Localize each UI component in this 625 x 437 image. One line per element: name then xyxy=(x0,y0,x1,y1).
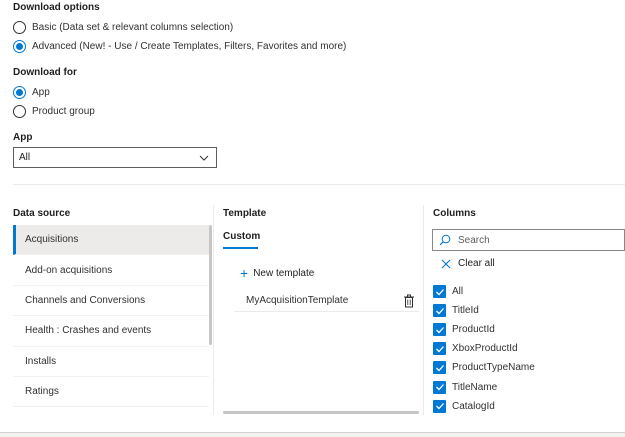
app-label: App xyxy=(13,132,33,143)
download-for-label: Download for xyxy=(13,67,77,78)
chevron-down-icon xyxy=(199,155,209,161)
add-icon: + xyxy=(240,265,249,281)
radio-basic[interactable]: Basic (Data set & relevant columns selec… xyxy=(13,19,233,35)
columns-list: All TitleId ProductId XboxProductId Prod… xyxy=(433,282,535,416)
radio-product-group-label: Product group xyxy=(32,105,95,117)
column-divider xyxy=(213,205,214,415)
checkbox-checked[interactable] xyxy=(433,380,446,394)
radio-advanced-label: Advanced (New! - Use / Create Templates,… xyxy=(32,40,347,52)
checkmark-icon xyxy=(435,364,444,372)
data-source-item-channels-and-conversions[interactable]: Channels and Conversions xyxy=(13,286,209,317)
data-source-item-acquisitions[interactable]: Acquisitions xyxy=(13,225,209,256)
download-options-label: Download options xyxy=(13,2,100,13)
column-item-titlename[interactable]: TitleName xyxy=(433,377,535,396)
search-icon xyxy=(439,234,451,246)
checkbox-checked[interactable] xyxy=(433,361,446,375)
clear-all-button[interactable]: Clear all xyxy=(441,258,495,269)
column-item-label: XboxProductId xyxy=(452,343,518,355)
data-source-item-add-on-acquisitions[interactable]: Add-on acquisitions xyxy=(13,255,209,286)
radio-basic-circle[interactable] xyxy=(13,20,26,34)
close-icon xyxy=(441,259,451,268)
columns-search-input[interactable] xyxy=(458,234,608,246)
data-source-label: Data source xyxy=(13,208,71,219)
checkmark-icon xyxy=(435,384,444,391)
column-item-catalogid[interactable]: CatalogId xyxy=(433,397,535,416)
template-scrollbar[interactable] xyxy=(223,411,419,414)
bottom-border xyxy=(0,432,625,437)
column-item-xboxproductid[interactable]: XboxProductId xyxy=(433,339,535,358)
checkbox-checked[interactable] xyxy=(433,342,446,356)
checkmark-icon xyxy=(435,326,444,334)
column-item-label: All xyxy=(452,286,464,298)
delete-icon[interactable] xyxy=(403,294,415,308)
column-item-all[interactable]: All xyxy=(433,282,535,301)
checkbox-checked[interactable] xyxy=(433,285,446,299)
template-item-label: MyAcquisitionTemplate xyxy=(246,295,349,306)
checkmark-icon xyxy=(435,288,444,295)
data-source-scrollbar[interactable] xyxy=(209,225,212,345)
column-item-label: TitleName xyxy=(452,381,498,393)
radio-app-label: App xyxy=(32,86,50,98)
data-source-list: Acquisitions Add-on acquisitions Channel… xyxy=(13,225,209,408)
tab-custom[interactable]: Custom xyxy=(223,231,260,242)
column-item-label: CatalogId xyxy=(452,400,495,412)
radio-advanced-circle[interactable] xyxy=(13,39,26,53)
column-item-productid[interactable]: ProductId xyxy=(433,320,535,339)
app-dropdown-value: All xyxy=(19,152,31,163)
column-item-producttypename[interactable]: ProductTypeName xyxy=(433,358,535,377)
radio-product-group-circle[interactable] xyxy=(13,104,26,118)
checkmark-icon xyxy=(435,307,444,315)
radio-app[interactable]: App xyxy=(13,84,50,100)
checkbox-checked[interactable] xyxy=(433,399,446,413)
checkmark-icon xyxy=(435,403,444,410)
radio-app-circle[interactable] xyxy=(13,85,26,99)
data-source-item-ratings[interactable]: Ratings xyxy=(13,377,209,408)
checkbox-checked[interactable] xyxy=(433,323,446,337)
template-label: Template xyxy=(223,208,267,219)
columns-search-box[interactable] xyxy=(432,229,625,251)
new-template-button[interactable]: + New template xyxy=(240,266,314,280)
column-divider xyxy=(423,205,424,415)
data-source-item-health[interactable]: Health : Crashes and events xyxy=(13,316,209,347)
template-item[interactable]: MyAcquisitionTemplate xyxy=(234,290,419,312)
column-item-titleid[interactable]: TitleId xyxy=(433,301,535,320)
section-divider xyxy=(13,184,625,185)
checkbox-checked[interactable] xyxy=(433,304,446,318)
column-item-label: ProductTypeName xyxy=(452,362,535,374)
app-dropdown[interactable]: All xyxy=(13,147,217,168)
radio-basic-label: Basic (Data set & relevant columns selec… xyxy=(32,21,234,33)
new-template-label: New template xyxy=(253,267,315,279)
column-item-label: ProductId xyxy=(452,324,495,336)
column-item-label: TitleId xyxy=(452,305,479,317)
clear-all-label: Clear all xyxy=(458,258,495,269)
radio-product-group[interactable]: Product group xyxy=(13,103,95,119)
data-source-item-installs[interactable]: Installs xyxy=(13,347,209,377)
checkmark-icon xyxy=(435,345,444,353)
columns-label: Columns xyxy=(433,208,476,219)
radio-advanced[interactable]: Advanced (New! - Use / Create Templates,… xyxy=(13,38,346,54)
tab-active-indicator xyxy=(223,247,258,249)
